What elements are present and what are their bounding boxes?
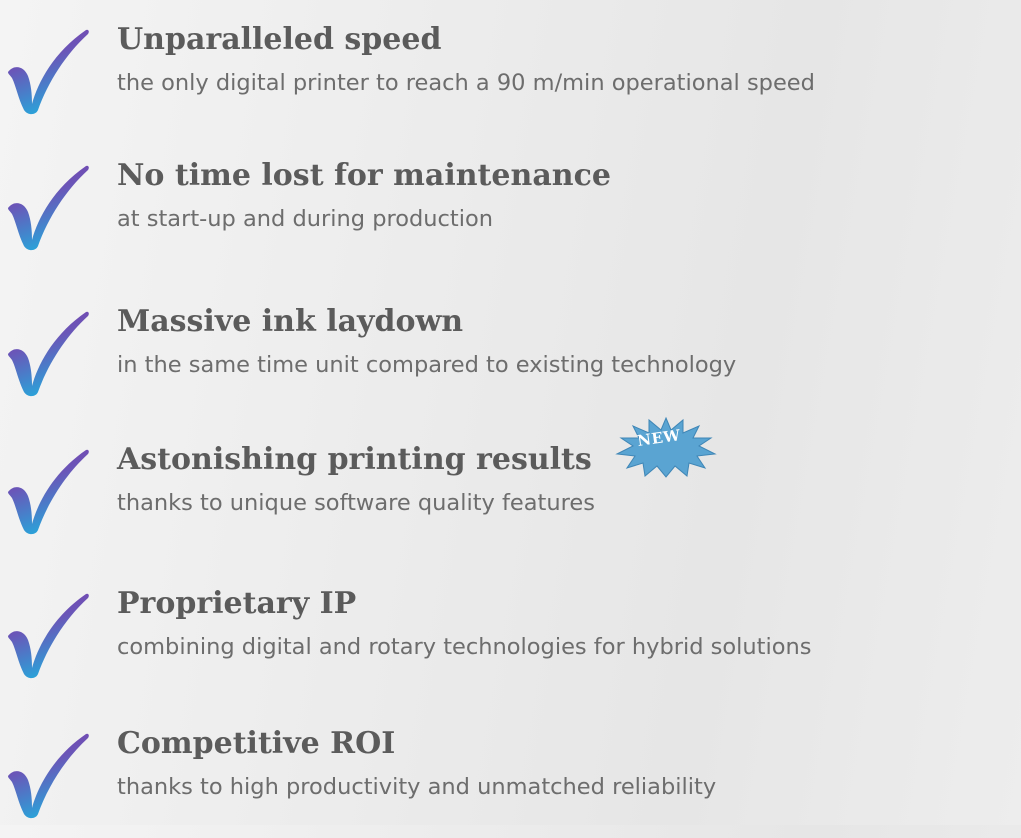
feature-title: No time lost for maintenance [117, 158, 611, 193]
feature-item: Competitive ROI thanks to high productiv… [0, 718, 1021, 838]
feature-list: Unparalleled speed the only digital prin… [0, 0, 1021, 825]
feature-item: Astonishing printing results NEW thanks … [0, 416, 1021, 554]
feature-description: in the same time unit compared to existi… [117, 352, 737, 378]
feature-description: at start-up and during production [117, 206, 494, 232]
feature-description: thanks to unique software quality featur… [117, 490, 595, 516]
feature-item: No time lost for maintenance at start-up… [0, 150, 1021, 270]
checkmark-icon [8, 165, 89, 251]
checkmark-icon [8, 29, 89, 115]
feature-description: the only digital printer to reach a 90 m… [117, 70, 815, 96]
feature-description: combining digital and rotary technologie… [117, 634, 812, 660]
feature-item: Massive ink laydown in the same time uni… [0, 296, 1021, 416]
feature-title: Competitive ROI [117, 726, 396, 761]
feature-item: Unparalleled speed the only digital prin… [0, 14, 1021, 134]
feature-title: Massive ink laydown [117, 304, 464, 339]
checkmark-icon [8, 311, 89, 397]
checkmark-icon [8, 449, 89, 535]
checkmark-icon [8, 733, 89, 819]
feature-description: thanks to high productivity and unmatche… [117, 774, 717, 800]
feature-item: Proprietary IP combining digital and rot… [0, 578, 1021, 698]
checkmark-icon [8, 593, 89, 679]
feature-title: Astonishing printing results [117, 442, 592, 477]
feature-title: Proprietary IP [117, 586, 357, 621]
feature-title: Unparalleled speed [117, 22, 442, 57]
new-badge: NEW [611, 416, 721, 478]
